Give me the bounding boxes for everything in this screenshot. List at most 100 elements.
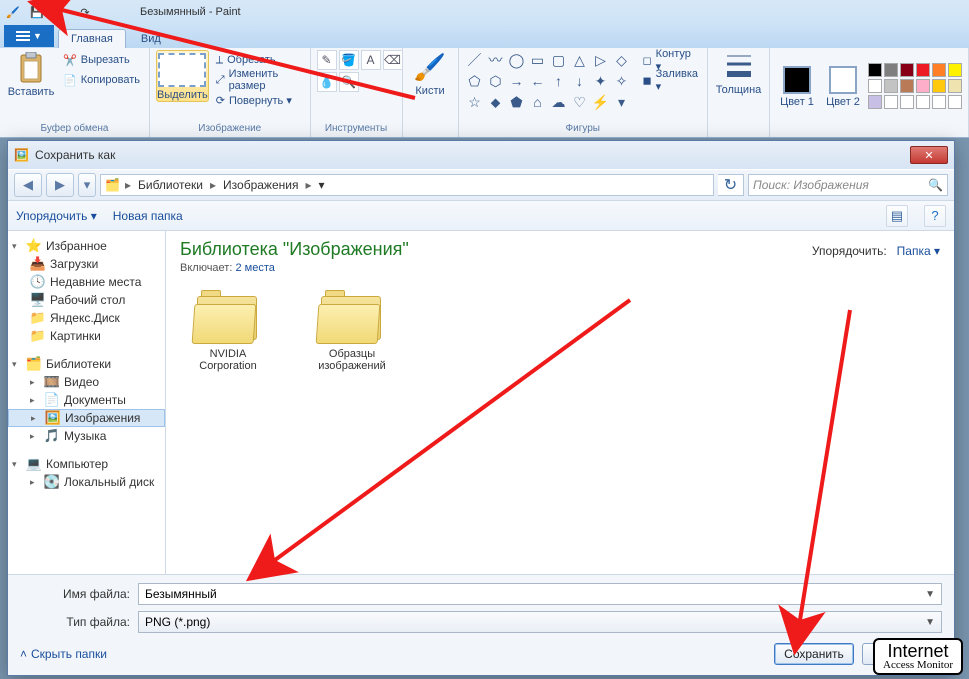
chevron-down-icon[interactable]: ▼	[925, 617, 935, 628]
breadcrumb-dropdown[interactable]: ▾	[318, 178, 324, 192]
redo-icon[interactable]: ↷	[76, 3, 94, 21]
nav-back-button[interactable]: ◀	[14, 173, 42, 197]
tree-documents[interactable]: ▸📄Документы	[8, 391, 165, 409]
select-button[interactable]: Выделить	[156, 50, 209, 102]
nav-tree[interactable]: ▾⭐Избранное 📥Загрузки 🕓Недавние места 🖥️…	[8, 231, 166, 574]
dialog-icon: 🖼️	[14, 148, 29, 162]
palette-swatch[interactable]	[916, 79, 930, 93]
undo-icon[interactable]: ↶	[52, 3, 70, 21]
tab-view[interactable]: Вид	[128, 29, 174, 48]
palette-swatch[interactable]	[932, 95, 946, 109]
palette-swatch[interactable]	[868, 95, 882, 109]
palette-swatch[interactable]	[884, 79, 898, 93]
palette-swatch[interactable]	[868, 79, 882, 93]
tab-home[interactable]: Главная	[58, 29, 126, 48]
palette-swatch[interactable]	[948, 95, 962, 109]
zoom-tool[interactable]: 🔍	[339, 72, 359, 92]
dialog-titlebar[interactable]: 🖼️ Сохранить как ✕	[8, 141, 954, 169]
dialog-toolbar: Упорядочить ▾ Новая папка ▤ ?	[8, 201, 954, 231]
palette-swatch[interactable]	[884, 63, 898, 77]
tree-computer[interactable]: ▾💻Компьютер	[8, 455, 165, 473]
nav-history-button[interactable]: ▾	[78, 173, 96, 197]
organize-menu[interactable]: Упорядочить ▾	[16, 209, 97, 223]
view-mode-button[interactable]: ▤	[886, 205, 908, 227]
search-input[interactable]: Поиск: Изображения 🔍	[748, 174, 948, 196]
select-label: Выделить	[157, 89, 208, 101]
filename-input[interactable]: Безымянный ▼	[138, 583, 942, 605]
ribbon-group-shapes: ／〰◯▭▢△▷◇ ⬠⬡→←↑↓✦✧ ☆⬥⬟⌂☁♡⚡▾ ◻Контур ▾ ◼За…	[459, 48, 708, 137]
recent-icon: 🕓	[30, 274, 46, 290]
refresh-button[interactable]: ↻	[718, 174, 744, 196]
crop-icon: ⟂	[216, 54, 223, 67]
filename-label: Имя файла:	[20, 587, 130, 601]
tree-localdisk[interactable]: ▸💽Локальный диск	[8, 473, 165, 491]
text-tool[interactable]: A	[361, 50, 381, 70]
tree-pictures-fav[interactable]: 📁Картинки	[8, 327, 165, 345]
save-button[interactable]: Сохранить	[774, 643, 854, 665]
paint-titlebar: 🖌️ 💾 ↶ ↷ Безымянный - Paint	[0, 0, 969, 24]
palette-swatch[interactable]	[916, 95, 930, 109]
folder-item[interactable]: Образцы изображений	[304, 290, 400, 372]
pencil-tool[interactable]: ✎	[317, 50, 337, 70]
arrange-dropdown[interactable]: Папка ▾	[897, 244, 940, 258]
filetype-dropdown[interactable]: PNG (*.png) ▼	[138, 611, 942, 633]
size-button[interactable]: Толщина	[714, 50, 763, 96]
color1-button[interactable]: Цвет 1	[776, 64, 818, 108]
tree-videos[interactable]: ▸🎞️Видео	[8, 373, 165, 391]
palette-swatch[interactable]	[932, 63, 946, 77]
palette-swatch[interactable]	[948, 79, 962, 93]
palette-swatch[interactable]	[932, 79, 946, 93]
palette-swatch[interactable]	[868, 63, 882, 77]
paint-sysmenu-icon[interactable]: 🖌️	[4, 3, 22, 21]
search-placeholder: Поиск: Изображения	[753, 178, 869, 192]
palette-swatch[interactable]	[948, 63, 962, 77]
palette-swatch[interactable]	[900, 63, 914, 77]
folder-item[interactable]: NVIDIA Corporation	[180, 290, 276, 372]
paint-ribbon: Вставить ✂️Вырезать 📄Копировать Буфер об…	[0, 48, 969, 138]
shape-fill-button[interactable]: ◼Заливка ▾	[640, 70, 701, 90]
folder-icon: 📁	[30, 328, 46, 344]
shapes-gallery[interactable]: ／〰◯▭▢△▷◇ ⬠⬡→←↑↓✦✧ ☆⬥⬟⌂☁♡⚡▾	[465, 50, 632, 112]
folder-grid: NVIDIA Corporation Образцы изображений	[180, 290, 940, 372]
save-icon[interactable]: 💾	[28, 3, 46, 21]
brushes-label: Кисти	[415, 85, 444, 97]
close-button[interactable]: ✕	[910, 146, 948, 164]
crumb-images[interactable]: Изображения	[221, 178, 300, 192]
color2-button[interactable]: Цвет 2	[822, 64, 864, 108]
search-icon: 🔍	[928, 178, 943, 192]
copy-button[interactable]: 📄Копировать	[60, 70, 143, 90]
palette-swatch[interactable]	[916, 63, 930, 77]
nav-forward-button[interactable]: ▶	[46, 173, 74, 197]
fill-tool[interactable]: 🪣	[339, 50, 359, 70]
tree-music[interactable]: ▸🎵Музыка	[8, 427, 165, 445]
palette-swatch[interactable]	[900, 79, 914, 93]
crumb-libraries[interactable]: Библиотеки	[136, 178, 205, 192]
eraser-tool[interactable]: ⌫	[383, 50, 403, 70]
paste-button[interactable]: Вставить	[6, 50, 56, 98]
picker-tool[interactable]: 💧	[317, 72, 337, 92]
palette-swatch[interactable]	[900, 95, 914, 109]
cut-button[interactable]: ✂️Вырезать	[60, 50, 143, 70]
breadcrumb-bar[interactable]: 🗂️ ▸ Библиотеки ▸ Изображения ▸ ▾	[100, 174, 714, 196]
ribbon-group-brushes: 🖌️ Кисти	[403, 48, 459, 137]
palette-swatch[interactable]	[884, 95, 898, 109]
tree-desktop[interactable]: 🖥️Рабочий стол	[8, 291, 165, 309]
tree-favorites[interactable]: ▾⭐Избранное	[8, 237, 165, 255]
file-menu-button[interactable]: ▼	[4, 25, 54, 47]
tree-libraries[interactable]: ▾🗂️Библиотеки	[8, 355, 165, 373]
crop-button[interactable]: ⟂Обрезать	[213, 50, 304, 70]
brushes-button[interactable]: 🖌️ Кисти	[409, 50, 452, 97]
rotate-button[interactable]: ⟳Повернуть ▾	[213, 90, 304, 110]
help-button[interactable]: ?	[924, 205, 946, 227]
newfolder-button[interactable]: Новая папка	[113, 209, 183, 223]
chevron-down-icon[interactable]: ▼	[925, 589, 935, 600]
hide-folders-link[interactable]: ˄Скрыть папки	[20, 647, 107, 661]
locations-link[interactable]: 2 места	[235, 262, 274, 274]
color-palette[interactable]	[868, 63, 962, 109]
tree-images[interactable]: ▸🖼️Изображения	[8, 409, 165, 427]
tree-recent[interactable]: 🕓Недавние места	[8, 273, 165, 291]
tree-downloads[interactable]: 📥Загрузки	[8, 255, 165, 273]
resize-button[interactable]: ⤢Изменить размер	[213, 70, 304, 90]
tree-yadisk[interactable]: 📁Яндекс.Диск	[8, 309, 165, 327]
save-as-dialog: 🖼️ Сохранить как ✕ ◀ ▶ ▾ 🗂️ ▸ Библиотеки…	[7, 140, 955, 676]
